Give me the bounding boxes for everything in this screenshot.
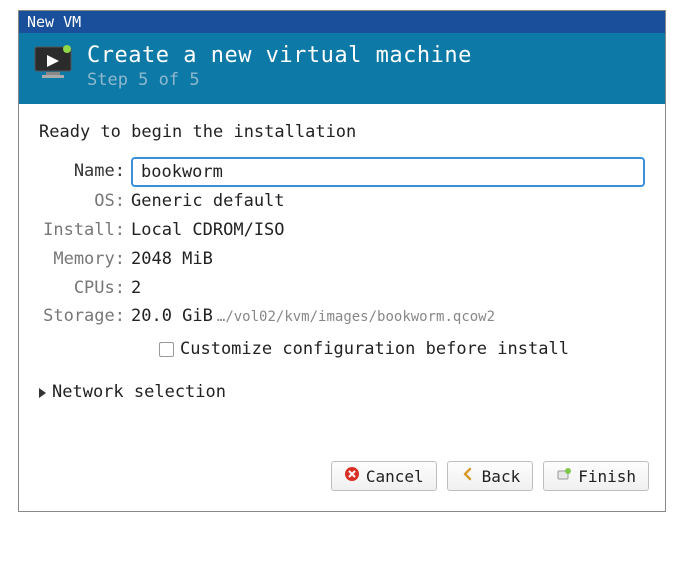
finish-label: Finish — [578, 467, 636, 486]
button-bar: Cancel Back Finish — [19, 461, 665, 501]
memory-value: 2048 MiB — [131, 245, 213, 274]
chevron-right-icon — [39, 388, 46, 398]
back-label: Back — [482, 467, 521, 486]
back-icon — [460, 466, 476, 486]
install-label: Install: — [39, 216, 131, 245]
network-expander-label: Network selection — [52, 378, 226, 407]
wizard-title: Create a new virtual machine — [87, 43, 472, 68]
customize-checkbox[interactable] — [159, 342, 174, 357]
os-value: Generic default — [131, 187, 285, 216]
storage-label: Storage: — [39, 302, 131, 331]
back-button[interactable]: Back — [447, 461, 534, 491]
memory-label: Memory: — [39, 245, 131, 274]
monitor-icon — [33, 43, 73, 85]
cancel-button[interactable]: Cancel — [331, 461, 437, 491]
finish-icon — [556, 466, 572, 486]
finish-button[interactable]: Finish — [543, 461, 649, 491]
storage-path: …/vol02/kvm/images/bookworm.qcow2 — [217, 306, 495, 330]
name-input[interactable] — [131, 157, 645, 187]
cpus-value: 2 — [131, 274, 141, 303]
storage-value: 20.0 GiB — [131, 302, 213, 331]
install-value: Local CDROM/ISO — [131, 216, 285, 245]
name-label: Name: — [39, 157, 131, 186]
window-titlebar[interactable]: New VM — [19, 11, 665, 33]
wizard-header: Create a new virtual machine Step 5 of 5 — [19, 33, 665, 104]
cancel-icon — [344, 466, 360, 486]
window-title: New VM — [27, 13, 81, 31]
customize-label: Customize configuration before install — [180, 335, 569, 364]
cpus-label: CPUs: — [39, 274, 131, 303]
network-expander[interactable]: Network selection — [39, 378, 645, 407]
cancel-label: Cancel — [366, 467, 424, 486]
ready-text: Ready to begin the installation — [39, 118, 645, 147]
dialog-window: New VM Create a new virtual machine Step… — [18, 10, 666, 512]
os-label: OS: — [39, 187, 131, 216]
wizard-step: Step 5 of 5 — [87, 70, 472, 90]
